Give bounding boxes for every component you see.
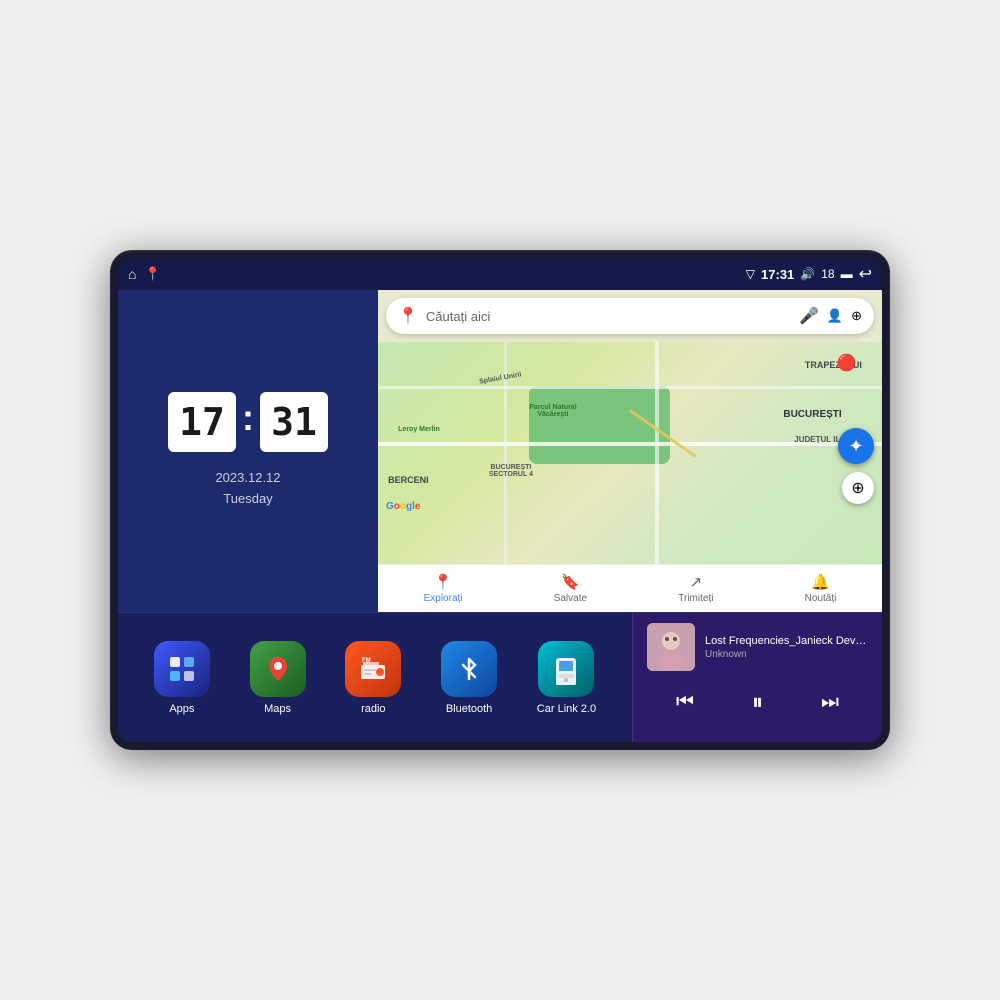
status-time: 17:31	[761, 267, 794, 282]
next-button[interactable]: ⏭	[811, 687, 849, 718]
screen: ⌂ 📍 ▽ 17:31 🔊 18 ▬ ↩ 17 :	[118, 258, 882, 742]
map-nav-salvate[interactable]: 🔖 Salvate	[554, 573, 587, 604]
park-label: Parcul NaturalVăcărești	[529, 404, 576, 418]
direction-button[interactable]: ✦	[838, 428, 874, 464]
trimiteti-icon: ↗	[690, 573, 703, 591]
leroy-label: Leroy Merlin	[398, 426, 440, 433]
map-pin-icon: 📍	[398, 306, 418, 326]
map-nav-explorati[interactable]: 📍 Explorați	[424, 573, 463, 604]
map-nav-trimiteti[interactable]: ↗ Trimiteți	[678, 573, 713, 604]
clock-separator: :	[242, 397, 254, 439]
svg-text:FM: FM	[362, 658, 371, 664]
map-nav-noutati[interactable]: 🔔 Noutăți	[805, 573, 837, 604]
app-item-bluetooth[interactable]: Bluetooth	[441, 641, 497, 715]
map-bottom-bar: 📍 Explorați 🔖 Salvate ↗ Trimiteți 🔔	[378, 564, 882, 612]
layers-icon[interactable]: ⊕	[851, 308, 862, 324]
carlink-icon	[538, 641, 594, 697]
radio-icon-box: FM	[345, 641, 401, 697]
apps-area: Apps Maps	[118, 613, 632, 742]
noutati-label: Noutăți	[805, 593, 837, 604]
maps-label: Maps	[264, 703, 291, 715]
explorati-label: Explorați	[424, 593, 463, 604]
clock-minute: 31	[260, 392, 328, 452]
map-search-right: 🎤 👤 ⊕	[799, 306, 862, 326]
explorati-icon: 📍	[434, 573, 453, 591]
status-bar: ⌂ 📍 ▽ 17:31 🔊 18 ▬ ↩	[118, 258, 882, 290]
north-marker: 🔴	[837, 353, 857, 373]
map-panel[interactable]: 📍 Căutați aici 🎤 👤 ⊕	[378, 290, 882, 612]
google-logo: Google	[386, 501, 420, 512]
volume-icon: 🔊	[800, 267, 815, 281]
status-left: ⌂ 📍	[128, 266, 161, 282]
music-thumbnail	[647, 623, 695, 671]
map-search-bar[interactable]: 📍 Căutați aici 🎤 👤 ⊕	[386, 298, 874, 334]
noutati-icon: 🔔	[811, 573, 830, 591]
salvate-icon: 🔖	[561, 573, 580, 591]
trimiteti-label: Trimiteți	[678, 593, 713, 604]
back-icon[interactable]: ↩	[859, 264, 872, 284]
music-thumb-img	[647, 623, 695, 671]
clock-display: 17 : 31	[168, 392, 328, 452]
top-section: 17 : 31 2023.12.12 Tuesday 📍 Căutați aic…	[118, 290, 882, 612]
app-item-radio[interactable]: FM radio	[345, 641, 401, 715]
bluetooth-label: Bluetooth	[446, 703, 492, 715]
clock-date-value: 2023.12.12	[215, 468, 280, 489]
clock-hour: 17	[168, 392, 236, 452]
radio-label: radio	[361, 703, 385, 715]
bluetooth-icon-box	[441, 641, 497, 697]
carlink-label: Car Link 2.0	[537, 703, 596, 715]
music-artist: Unknown	[705, 649, 868, 660]
signal-icon: ▽	[746, 267, 755, 281]
bottom-section: Apps Maps	[118, 612, 882, 742]
music-controls: ⏮ ⏸ ⏭	[647, 685, 868, 719]
home-icon[interactable]: ⌂	[128, 266, 136, 282]
road-vertical	[655, 342, 659, 564]
sector4-label: BUCUREȘTISECTORUL 4	[489, 464, 533, 478]
splaiul-label: Splaiul Unirii	[479, 372, 522, 386]
road-top	[378, 386, 882, 389]
locate-button[interactable]: ⊕	[842, 472, 874, 504]
app-item-apps[interactable]: Apps	[154, 641, 210, 715]
bucuresti-label: BUCUREȘTI	[783, 409, 841, 420]
music-title: Lost Frequencies_Janieck Devy-...	[705, 635, 868, 647]
map-search-text[interactable]: Căutați aici	[426, 309, 791, 324]
device: ⌂ 📍 ▽ 17:31 🔊 18 ▬ ↩ 17 :	[110, 250, 890, 750]
maps-status-icon[interactable]: 📍	[144, 266, 160, 282]
maps-icon	[250, 641, 306, 697]
clock-day: Tuesday	[215, 489, 280, 510]
clock-date: 2023.12.12 Tuesday	[215, 468, 280, 510]
berceni-label: BERCENI	[388, 475, 429, 485]
clock-panel: 17 : 31 2023.12.12 Tuesday	[118, 290, 378, 612]
salvate-label: Salvate	[554, 593, 587, 604]
apps-icon	[154, 641, 210, 697]
app-item-maps[interactable]: Maps	[250, 641, 306, 715]
app-item-carlink[interactable]: Car Link 2.0	[537, 641, 596, 715]
music-info: Lost Frequencies_Janieck Devy-... Unknow…	[705, 635, 868, 660]
status-right: ▽ 17:31 🔊 18 ▬ ↩	[746, 264, 872, 284]
voice-search-icon[interactable]: 🎤	[799, 306, 819, 326]
prev-button[interactable]: ⏮	[666, 687, 704, 718]
battery-icon: ▬	[841, 267, 853, 281]
music-top: Lost Frequencies_Janieck Devy-... Unknow…	[647, 623, 868, 671]
volume-level: 18	[821, 267, 834, 281]
play-pause-button[interactable]: ⏸	[742, 685, 773, 719]
music-player: Lost Frequencies_Janieck Devy-... Unknow…	[632, 613, 882, 742]
account-icon[interactable]: 👤	[827, 308, 843, 324]
map-body[interactable]: TRAPEZULUI BUCUREȘTI JUDEȚUL ILFOV BERCE…	[378, 342, 882, 564]
apps-label: Apps	[169, 703, 194, 715]
main-content: 17 : 31 2023.12.12 Tuesday 📍 Căutați aic…	[118, 290, 882, 742]
